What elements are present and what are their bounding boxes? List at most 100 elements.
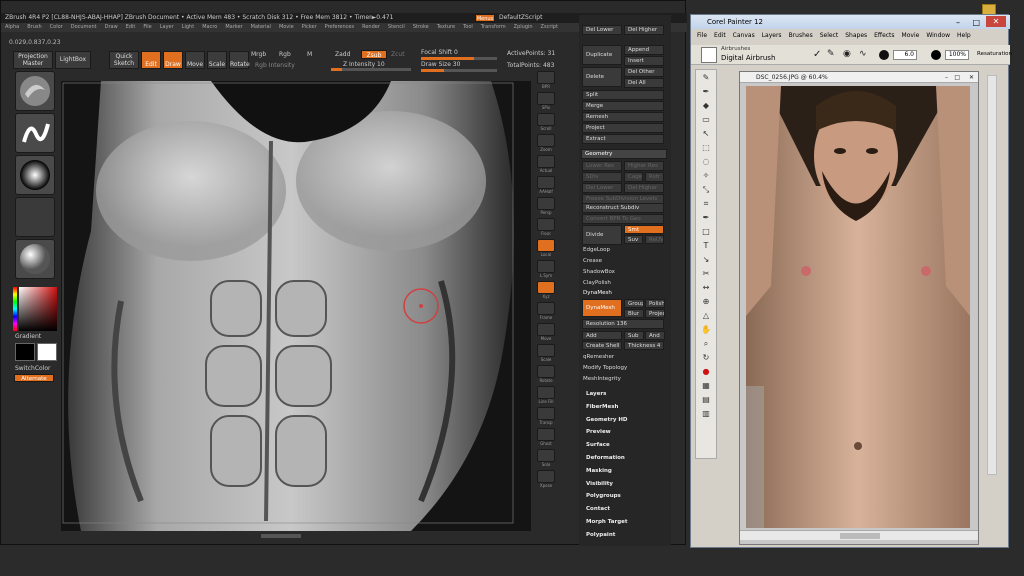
zadd-button[interactable]: Zadd (335, 51, 350, 58)
size-field[interactable]: 6.0 (893, 50, 917, 60)
menu-render[interactable]: Render (362, 24, 380, 30)
rstr-button[interactable]: Rstr (645, 172, 664, 182)
mirror-icon[interactable]: ↔ (697, 282, 715, 294)
z-intensity-slider[interactable]: Z Intensity 10 (343, 61, 385, 68)
menu-light[interactable]: Light (182, 24, 194, 30)
draw-size-track[interactable] (421, 69, 497, 72)
shelf-aahalf[interactable]: AAHalf (535, 176, 559, 196)
menu-preferences[interactable]: Preferences (325, 24, 354, 30)
menu-tool[interactable]: Tool (463, 24, 473, 30)
cage-button[interactable]: Cage (624, 172, 643, 182)
project-button[interactable]: Project (582, 123, 664, 133)
shelf-xyz[interactable]: Xyz (535, 281, 559, 301)
text-icon[interactable]: T (697, 240, 715, 252)
shelf-scale[interactable]: Scale (535, 344, 559, 364)
reference-photo[interactable] (746, 86, 970, 528)
texture-thumbnail[interactable] (15, 197, 55, 237)
lower-res-button[interactable]: Lower Res (582, 161, 622, 171)
painter-menu-canvas[interactable]: Canvas (733, 32, 755, 39)
menu-texture[interactable]: Texture (437, 24, 455, 30)
opacity-field[interactable]: 100% (945, 50, 969, 60)
doc-close-icon[interactable]: ✕ (969, 72, 974, 83)
higher-res-button[interactable]: Higher Res (624, 161, 664, 171)
menu-document[interactable]: Document (71, 24, 97, 30)
delete-button[interactable]: Delete (582, 67, 622, 87)
horizontal-scrollbar[interactable] (740, 530, 978, 540)
insert-button[interactable]: Insert (624, 56, 664, 66)
secondary-color-swatch[interactable] (37, 343, 57, 361)
duplicate-button[interactable]: Duplicate (582, 45, 622, 65)
del-lower-geo-button[interactable]: Del Lower (582, 183, 622, 193)
doc-maximize-icon[interactable]: □ (954, 72, 960, 83)
blur-slider[interactable]: Blur (624, 309, 644, 318)
main-color-swatch[interactable] (15, 343, 35, 361)
doc-minimize-icon[interactable]: – (945, 72, 948, 83)
shelf-persp[interactable]: Persp (535, 197, 559, 217)
subpalette-morph-target[interactable]: Morph Target (579, 516, 671, 529)
painter-menu-brushes[interactable]: Brushes (789, 32, 813, 39)
switch-color-button[interactable]: SwitchColor (15, 365, 51, 372)
m-button[interactable]: M (307, 51, 312, 58)
shelf-local[interactable]: Local (535, 239, 559, 259)
convert-bpr-button[interactable]: Convert BPR To Geo (582, 214, 664, 224)
subpalette-polypaint[interactable]: Polypaint (579, 529, 671, 542)
minimize-icon[interactable]: – (956, 16, 960, 30)
add-button[interactable]: Add (582, 331, 622, 340)
edit-button[interactable]: Edit (141, 51, 161, 69)
subpalette-deformation[interactable]: Deformation (579, 452, 671, 465)
shelf-l-sym[interactable]: L.Sym (535, 260, 559, 280)
crop-icon[interactable]: ⌗ (697, 198, 715, 210)
rgb-intensity-slider[interactable]: Rgb Intensity (255, 62, 295, 69)
selection-icon[interactable]: ⬚ (697, 142, 715, 154)
shelf-move[interactable]: Move (535, 323, 559, 343)
mrgb-button[interactable]: Mrgb (251, 51, 266, 58)
geometry-header[interactable]: Geometry (581, 149, 667, 159)
rotate-button[interactable]: Rotate (229, 51, 250, 69)
merge-button[interactable]: Merge (582, 101, 664, 111)
shelf-spix[interactable]: SPix (535, 92, 559, 112)
divine-proportion-icon[interactable]: ⊕ (697, 296, 715, 308)
create-shell-button[interactable]: Create Shell (582, 341, 622, 350)
suv-toggle[interactable]: Suv (624, 235, 643, 244)
subpalette-preview[interactable]: Preview (579, 426, 671, 439)
polish-toggle[interactable]: Polish (645, 299, 665, 308)
paper-icon[interactable]: ▦ (697, 380, 715, 392)
menu-zplugin[interactable]: Zplugin (514, 24, 533, 30)
and-button[interactable]: And (645, 331, 665, 340)
stroke-thumbnail[interactable] (15, 113, 55, 153)
lightbox-button[interactable]: LightBox (55, 51, 91, 69)
brush-variant[interactable]: Digital Airbrush (721, 54, 775, 62)
dab-icon[interactable]: ◉ (843, 49, 851, 59)
airbrush-icon[interactable]: ✎ (827, 49, 835, 59)
rectangle-shape-icon[interactable]: □ (697, 226, 715, 238)
subpalette-polygroups[interactable]: Polygroups (579, 490, 671, 503)
menu-stencil[interactable]: Stencil (388, 24, 405, 30)
rotate-page-icon[interactable]: ↻ (697, 352, 715, 364)
dynamesh-button[interactable]: DynaMesh (582, 299, 622, 317)
remesh-button[interactable]: Remesh (582, 112, 664, 122)
menu-material[interactable]: Material (251, 24, 271, 30)
brush-thumbnail[interactable] (15, 71, 55, 111)
split-button[interactable]: Split (582, 90, 664, 100)
menu-file[interactable]: File (143, 24, 151, 30)
focal-shift-track[interactable] (421, 57, 497, 60)
subpalette-masking[interactable]: Masking (579, 465, 671, 478)
shelf-scroll[interactable]: Scroll (535, 113, 559, 133)
shelf-ghost[interactable]: Ghost (535, 428, 559, 448)
gradient-label[interactable]: Gradient (15, 333, 41, 340)
shelf-line-fill[interactable]: Line Fill (535, 386, 559, 406)
alternate-button[interactable]: Alternate (14, 374, 54, 382)
magic-wand-icon[interactable]: ✧ (697, 170, 715, 182)
thickness-slider[interactable]: Thickness 4 (624, 341, 664, 350)
extract-button[interactable]: Extract (582, 134, 664, 144)
menu-alpha[interactable]: Alpha (5, 24, 19, 30)
subpalette-visibility[interactable]: Visibility (579, 478, 671, 491)
shelf-transp[interactable]: Transp (535, 407, 559, 427)
transform-icon[interactable]: ⤡ (697, 184, 715, 196)
smt-toggle[interactable]: Smt (624, 225, 664, 234)
menu-layer[interactable]: Layer (160, 24, 174, 30)
shelf-frame[interactable]: Frame (535, 302, 559, 322)
group-toggle[interactable]: Group (624, 299, 644, 308)
quick-sketch-button[interactable]: Quick Sketch (109, 51, 139, 69)
scroll-thumb[interactable] (840, 533, 880, 539)
